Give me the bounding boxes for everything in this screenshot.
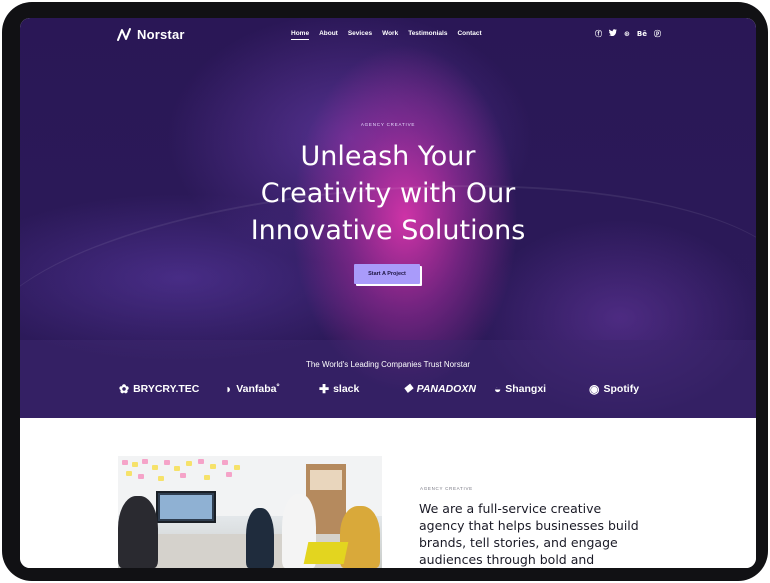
client-logo-label: Vanfaba˚ [236,383,281,395]
sticky-note [234,465,240,470]
photo-shelf-opening [310,470,342,490]
client-logo-label: Spotify [603,383,640,395]
browser-viewport: Norstar Home About Sevices Work Testimon… [20,18,756,568]
sticky-note [180,473,186,478]
panadoxn-logo-icon: ⯁ [403,382,413,396]
vanfaba-logo-icon: ◗ [225,382,233,396]
sticky-note [152,465,158,470]
top-navigation: Norstar Home About Sevices Work Testimon… [20,18,756,52]
nav-home[interactable]: Home [291,30,310,40]
sticky-note [122,460,128,465]
pinterest-icon[interactable]: ⓟ [654,30,661,39]
nav-services[interactable]: Sevices [348,30,372,40]
photo-person [118,496,158,568]
client-logo-label: BRYCRY.TEC [133,383,200,395]
shangxi-logo-icon: ◒ [494,382,502,396]
photo-laptop [303,542,349,564]
client-logo-label: Shangxi [505,383,547,395]
nav-contact[interactable]: Contact [457,30,481,40]
norstar-logo-icon [117,28,131,41]
trust-title: The World's Leading Companies Trust Nors… [305,360,471,369]
brycry-logo-icon: ✿ [119,382,130,396]
photo-person [246,508,274,568]
sticky-note [198,459,204,464]
hero-eyebrow: AGENCY CREATIVE [360,122,416,127]
hero-headline-line: Innovative Solutions [250,215,526,246]
brand-logo[interactable]: Norstar [117,27,185,42]
sticky-note [142,459,148,464]
sticky-note [222,460,228,465]
twitter-icon[interactable] [608,29,617,39]
sticky-note [226,472,232,477]
client-logo-label: slack [333,383,360,395]
about-text-line: audiences through bold and [419,552,595,567]
sticky-note [174,466,180,471]
start-project-button[interactable]: Start A Project [354,264,420,284]
client-logo-spotify: ◉ Spotify [589,380,639,398]
nav-work[interactable]: Work [382,30,398,40]
social-links: ⓕ ⊛ Bē ⓟ [595,29,661,39]
facebook-icon[interactable]: ⓕ [595,30,602,39]
spotify-logo-icon: ◉ [589,382,600,396]
photo-person [340,506,380,568]
photo-monitor [156,491,216,523]
sticky-note [126,471,132,476]
brand-name: Norstar [137,27,185,42]
client-logo-label: PANADOXN [416,383,476,395]
hero-headline: Unleash Your Creativity with Our Innovat… [20,138,756,249]
about-section: AGENCY CREATIVE We are a full-service cr… [20,418,756,568]
about-eyebrow: AGENCY CREATIVE [420,486,473,491]
sticky-note [186,461,192,466]
main-menu: Home About Sevices Work Testimonials Con… [291,30,482,40]
sticky-note [132,462,138,467]
about-text-line: brands, tell stories, and engage [419,535,618,550]
device-frame: Norstar Home About Sevices Work Testimon… [2,2,768,581]
about-description: We are a full-service creative agency th… [419,500,659,568]
client-logo-brycry: ✿ BRYCRY.TEC [119,380,199,398]
sticky-note [204,475,210,480]
nav-testimonials[interactable]: Testimonials [408,30,447,40]
sticky-note [164,460,170,465]
slack-logo-icon: ✚ [319,382,330,396]
sticky-note [210,464,216,469]
client-logo-panadoxn: ⯁ PANADOXN [403,380,476,398]
about-text-line: We are a full-service creative [419,501,602,516]
client-logos: ✿ BRYCRY.TEC ◗ Vanfaba˚ ✚ slack ⯁ PANADO… [20,380,756,400]
about-text-line: agency that helps businesses build [419,518,639,533]
trusted-by-strip: The World's Leading Companies Trust Nors… [20,340,756,418]
hero-section: Norstar Home About Sevices Work Testimon… [20,18,756,477]
client-logo-slack: ✚ slack [319,380,359,398]
dribbble-icon[interactable]: ⊛ [624,30,630,39]
behance-icon[interactable]: Bē [637,30,647,39]
team-meeting-photo [118,456,382,568]
sticky-note [158,476,164,481]
client-logo-vanfaba: ◗ Vanfaba˚ [225,380,280,398]
client-logo-shangxi: ◒ Shangxi [494,380,546,398]
hero-headline-line: Creativity with Our [260,178,516,209]
hero-headline-line: Unleash Your [300,141,476,172]
nav-about[interactable]: About [319,30,338,40]
sticky-note [138,474,144,479]
